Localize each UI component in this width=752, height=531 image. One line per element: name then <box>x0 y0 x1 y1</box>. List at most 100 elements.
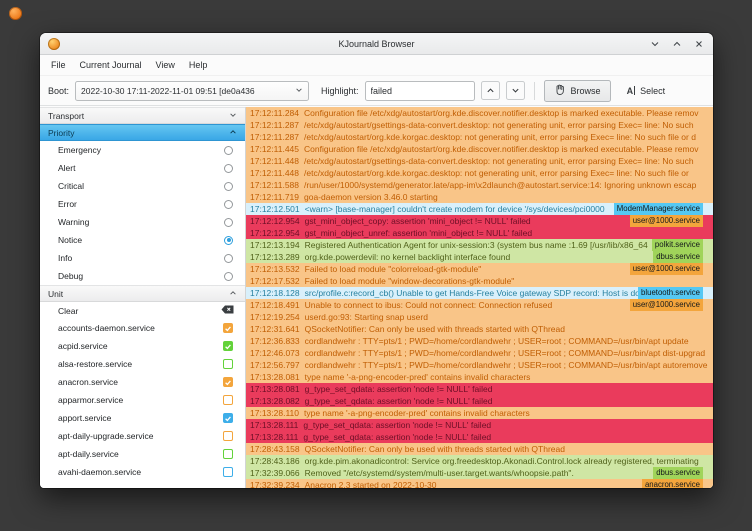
log-row[interactable]: 17:13:28.111g_type_set_qdata: assertion … <box>246 431 713 443</box>
priority-option-error[interactable]: Error <box>40 195 245 213</box>
log-row[interactable]: 17:12:18.128src/profile.c:record_cb() Un… <box>246 287 713 299</box>
unit-filter-accounts-daemon-service[interactable]: accounts-daemon.service <box>40 319 245 337</box>
unit-filter-anacron-service[interactable]: anacron.service <box>40 373 245 391</box>
unit-checkbox[interactable] <box>223 341 233 351</box>
unit-checkbox[interactable] <box>223 431 233 441</box>
log-row[interactable]: 17:12:17.532Failed to load module "windo… <box>246 275 713 287</box>
radio-button[interactable] <box>224 218 233 227</box>
log-row[interactable]: 17:12:11.284Configuration file /etc/xdg/… <box>246 107 713 119</box>
priority-option-warning[interactable]: Warning <box>40 213 245 231</box>
log-row[interactable]: 17:12:13.289org.kde.powerdevil: no kerne… <box>246 251 713 263</box>
log-timestamp: 17:32:39.234 <box>250 480 300 488</box>
unit-checkbox[interactable] <box>223 359 233 369</box>
log-row[interactable]: 17:12:18.491Unable to connect to ibus: C… <box>246 299 713 311</box>
log-row[interactable]: 17:12:31.641QSocketNotifier: Can only be… <box>246 323 713 335</box>
radio-button[interactable] <box>224 164 233 173</box>
unit-clear-button[interactable]: Clear <box>40 302 245 319</box>
priority-option-info[interactable]: Info <box>40 249 245 267</box>
log-row[interactable]: 17:12:12.501<warn> [base-manager] couldn… <box>246 203 713 215</box>
minimize-icon[interactable] <box>648 37 662 51</box>
radio-button[interactable] <box>224 272 233 281</box>
log-row[interactable]: 17:12:11.287/etc/xdg/autostart/org.kde.k… <box>246 131 713 143</box>
radio-button[interactable] <box>224 254 233 263</box>
unit-checkbox[interactable] <box>223 467 233 477</box>
select-button[interactable]: A Select <box>617 80 676 102</box>
priority-option-label: Critical <box>58 181 84 191</box>
maximize-icon[interactable] <box>670 37 684 51</box>
priority-option-notice[interactable]: Notice <box>40 231 245 249</box>
unit-filter-avahi-daemon-service[interactable]: avahi-daemon.service <box>40 463 245 481</box>
radio-button[interactable] <box>224 200 233 209</box>
radio-button[interactable] <box>224 236 233 245</box>
log-row[interactable]: 17:12:11.719goa-daemon version 3.46.0 st… <box>246 191 713 203</box>
log-timestamp: 17:28:43.158 <box>250 444 300 454</box>
radio-button[interactable] <box>224 182 233 191</box>
unit-filter-label: apparmor.service <box>58 395 123 405</box>
menu-item-view[interactable]: View <box>149 55 182 75</box>
priority-option-debug[interactable]: Debug <box>40 267 245 285</box>
log-row[interactable]: 17:12:19.254userd.go:93: Starting snap u… <box>246 311 713 323</box>
unit-filter-apparmor-service[interactable]: apparmor.service <box>40 391 245 409</box>
search-prev-icon[interactable] <box>481 81 500 100</box>
log-row[interactable]: 17:13:28.111g_type_set_qdata: assertion … <box>246 419 713 431</box>
log-row[interactable]: 17:12:12.954gst_mini_object_unref: asser… <box>246 227 713 239</box>
log-timestamp: 17:12:31.641 <box>250 324 300 334</box>
unit-checkbox[interactable] <box>223 395 233 405</box>
section-header-unit[interactable]: Unit <box>40 285 245 302</box>
unit-filter-apport-service[interactable]: apport.service <box>40 409 245 427</box>
titlebar[interactable]: KJournald Browser <box>40 33 713 55</box>
log-row[interactable]: 17:12:11.588/run/user/1000/systemd/gener… <box>246 179 713 191</box>
log-row[interactable]: 17:12:46.073cordlandwehr : TTY=pts/1 ; P… <box>246 347 713 359</box>
unit-badge[interactable]: user@1000.service <box>630 299 703 311</box>
radio-button[interactable] <box>224 146 233 155</box>
priority-option-critical[interactable]: Critical <box>40 177 245 195</box>
log-row[interactable]: 17:13:28.082g_type_set_qdata: assertion … <box>246 395 713 407</box>
unit-checkbox[interactable] <box>223 413 233 423</box>
boot-combobox[interactable]: 2022-10-30 17:11-2022-11-01 09:51 [de0a4… <box>75 81 309 101</box>
log-row[interactable]: 17:13:28.081type name '-a-png-encoder-pr… <box>246 371 713 383</box>
log-row[interactable]: 17:12:36.833cordlandwehr : TTY=pts/1 ; P… <box>246 335 713 347</box>
toolbar-separator <box>534 82 535 100</box>
log-row[interactable]: 17:12:56.797cordlandwehr : TTY=pts/1 ; P… <box>246 359 713 371</box>
unit-badge[interactable]: anacron.service <box>642 479 703 488</box>
log-row[interactable]: 17:12:11.445Configuration file /etc/xdg/… <box>246 143 713 155</box>
section-header-priority[interactable]: Priority <box>40 124 245 141</box>
unit-filter-apt-daily-service[interactable]: apt-daily.service <box>40 445 245 463</box>
browse-button[interactable]: Browse <box>544 80 611 102</box>
close-icon[interactable] <box>692 37 706 51</box>
unit-filter-apt-daily-upgrade-service[interactable]: apt-daily-upgrade.service <box>40 427 245 445</box>
log-row[interactable]: 17:13:28.081g_type_set_qdata: assertion … <box>246 383 713 395</box>
log-message: cordlandwehr : TTY=pts/1 ; PWD=/home/cor… <box>305 348 705 358</box>
log-row[interactable]: 17:12:13.532Failed to load module "color… <box>246 263 713 275</box>
unit-badge[interactable]: dbus.service <box>653 251 703 263</box>
unit-filter-acpid-service[interactable]: acpid.service <box>40 337 245 355</box>
unit-badge[interactable]: user@1000.service <box>630 263 703 275</box>
log-row[interactable]: 17:12:11.448/etc/xdg/autostart/org.kde.k… <box>246 167 713 179</box>
log-row[interactable]: 17:12:13.194Registered Authentication Ag… <box>246 239 713 251</box>
menu-item-help[interactable]: Help <box>182 55 215 75</box>
unit-badge[interactable]: user@1000.service <box>630 215 703 227</box>
priority-option-alert[interactable]: Alert <box>40 159 245 177</box>
highlight-input[interactable] <box>365 81 475 101</box>
unit-checkbox[interactable] <box>223 323 233 333</box>
log-row[interactable]: 17:12:11.448/etc/xdg/autostart/gsettings… <box>246 155 713 167</box>
log-row[interactable]: 17:12:11.287/etc/xdg/autostart/gsettings… <box>246 119 713 131</box>
unit-badge[interactable]: bluetooth.service <box>638 287 703 299</box>
menu-item-current-journal[interactable]: Current Journal <box>73 55 149 75</box>
unit-filter-alsa-restore-service[interactable]: alsa-restore.service <box>40 355 245 373</box>
log-row[interactable]: 17:32:39.066Removed "/etc/systemd/system… <box>246 467 713 479</box>
unit-checkbox[interactable] <box>223 449 233 459</box>
menu-item-file[interactable]: File <box>44 55 73 75</box>
section-header-transport[interactable]: Transport <box>40 107 245 124</box>
unit-checkbox[interactable] <box>223 377 233 387</box>
log-row[interactable]: 17:28:43.186org.kde.pim.akonadicontrol: … <box>246 455 713 467</box>
search-next-icon[interactable] <box>506 81 525 100</box>
priority-option-emergency[interactable]: Emergency <box>40 141 245 159</box>
unit-badge[interactable]: dbus.service <box>653 467 703 479</box>
log-row[interactable]: 17:32:39.234Anacron 2.3 started on 2022-… <box>246 479 713 488</box>
unit-badge[interactable]: ModemManager.service <box>614 203 703 215</box>
log-row[interactable]: 17:13:28.110type name '-a-png-encoder-pr… <box>246 407 713 419</box>
log-row[interactable]: 17:12:12.954gst_mini_object_copy: assert… <box>246 215 713 227</box>
unit-badge[interactable]: polkit.service <box>652 239 703 251</box>
log-row[interactable]: 17:28:43.158QSocketNotifier: Can only be… <box>246 443 713 455</box>
